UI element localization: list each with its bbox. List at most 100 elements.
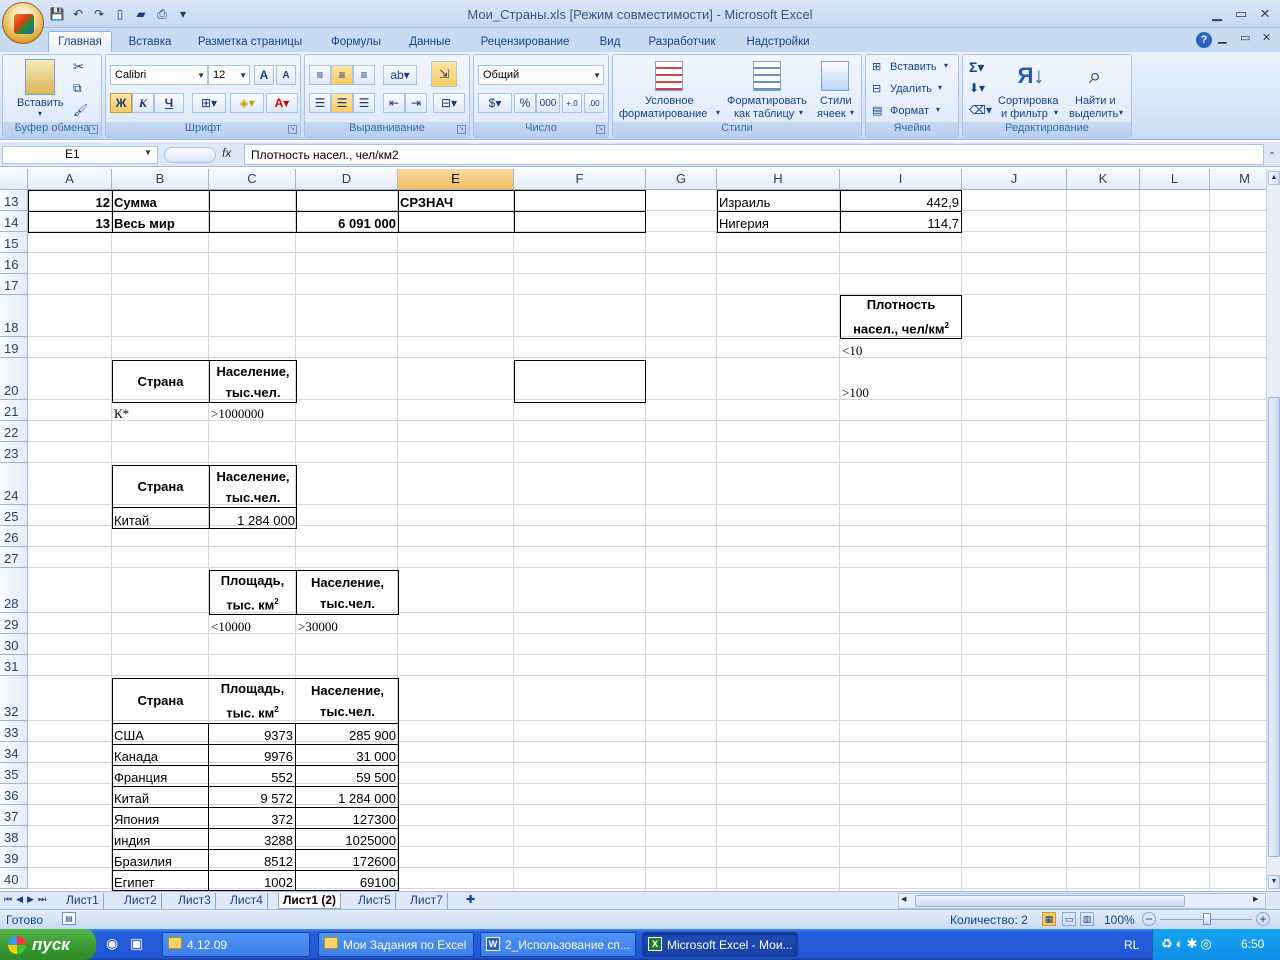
sort-filter-icon[interactable]: Я↓ (1017, 61, 1045, 91)
tab-formulas[interactable]: Формулы (322, 31, 390, 52)
expand-formula-bar-icon[interactable]: ⌄ (1266, 146, 1278, 162)
name-box[interactable]: E1 (2, 146, 158, 164)
sheet-tab-2[interactable]: Лист2 (120, 893, 162, 909)
chevron-down-icon[interactable]: ▾ (944, 61, 948, 70)
format-as-table-icon[interactable] (753, 61, 781, 91)
chevron-down-icon[interactable]: ▾ (938, 83, 942, 92)
column-header-K[interactable]: K (1067, 169, 1140, 190)
save-icon[interactable]: 💾 (48, 5, 66, 23)
row-header-22[interactable]: 22 (0, 421, 28, 442)
cell-C38[interactable]: 3288 (209, 828, 296, 849)
find-select-icon[interactable]: ⌕ (1081, 61, 1109, 91)
paste-icon[interactable] (25, 59, 55, 95)
language-indicator[interactable]: RL (1124, 938, 1139, 952)
cell-C20[interactable]: Население, тыс.чел. (209, 360, 297, 403)
tab-addins[interactable]: Надстройки (736, 31, 820, 52)
cell-D35[interactable]: 59 500 (296, 765, 399, 786)
font-name-combo[interactable]: Calibri ▼ (110, 65, 208, 85)
sort-filter-label-2[interactable]: и фильтр (1001, 108, 1048, 120)
sheet-nav-icon[interactable]: ⏮◀▶⏭ (4, 894, 50, 905)
cell-styles-label-2[interactable]: ячеек (817, 108, 846, 120)
align-top-button[interactable]: ≡ (309, 65, 331, 85)
quicklaunch-desktop-icon[interactable]: ▣ (130, 935, 143, 952)
macro-record-icon[interactable]: ▤ (62, 912, 76, 925)
increase-indent-button[interactable]: ⇥ (405, 93, 427, 113)
cell-B21[interactable]: К* (112, 402, 209, 423)
cell-C35[interactable]: 552 (209, 765, 296, 786)
paste-dropdown-icon[interactable]: ▾ (38, 109, 42, 118)
tab-data[interactable]: Данные (400, 31, 460, 52)
zoom-slider-thumb[interactable] (1203, 913, 1211, 925)
cell-I20[interactable]: >100 (840, 381, 962, 402)
cell-I13[interactable]: 442,9 (840, 190, 961, 211)
tab-home[interactable]: Главная (48, 31, 112, 52)
format-as-table-label-1[interactable]: Форматировать (727, 95, 807, 107)
row-header-33[interactable]: 33 (0, 721, 28, 742)
increase-decimal-button[interactable]: +.0 (562, 93, 582, 113)
merge-center-button[interactable]: ⊟▾ (433, 93, 465, 113)
format-cells-button[interactable]: Формат (890, 105, 929, 117)
format-cells-icon[interactable]: ▤ (872, 104, 882, 117)
sort-filter-label-1[interactable]: Сортировка (998, 95, 1058, 107)
task-my-tasks[interactable]: Мои Задания по Excel (318, 932, 474, 957)
cell-B33[interactable]: США (112, 723, 209, 744)
row-header-40[interactable]: 40 (0, 868, 28, 889)
cell-C24[interactable]: Население, тыс.чел. (209, 465, 297, 508)
cell-C25[interactable]: 1 284 000 (209, 508, 297, 529)
customize-qat-icon[interactable]: ▾ (174, 5, 192, 23)
conditional-format-label-1[interactable]: Условное (645, 95, 694, 107)
cell-D32[interactable]: Население, тыс.чел. (296, 678, 399, 723)
align-middle-button[interactable]: ≡ (331, 65, 353, 85)
cell-D36[interactable]: 1 284 000 (296, 786, 399, 807)
insert-sheet-icon[interactable]: ✚ (466, 893, 486, 909)
row-header-29[interactable]: 29 (0, 613, 28, 634)
tab-review[interactable]: Рецензирование (470, 31, 580, 52)
font-launcher-icon[interactable]: ↘ (288, 125, 297, 134)
row-header-18[interactable]: 18 (0, 295, 28, 337)
row-header-19[interactable]: 19 (0, 337, 28, 358)
horizontal-scrollbar[interactable]: ◀ ▶ (898, 893, 1266, 909)
row-header-27[interactable]: 27 (0, 547, 28, 568)
tab-insert[interactable]: Вставка (120, 31, 180, 52)
cell-B38[interactable]: индия (112, 828, 209, 849)
row-header-13[interactable]: 13 (0, 190, 28, 211)
new-document-icon[interactable]: ▯ (111, 5, 129, 23)
fill-color-button[interactable]: ◈▾ (230, 93, 264, 113)
doc-minimize-icon[interactable]: ▁ (1218, 31, 1226, 44)
sheet-tab-5[interactable]: Лист1 (2) (278, 893, 342, 909)
sheet-tab-4[interactable]: Лист4 (226, 893, 268, 909)
zoom-in-icon[interactable]: + (1256, 912, 1270, 926)
thousands-button[interactable]: 000 (536, 93, 560, 113)
cell-C29[interactable]: <10000 (209, 615, 296, 636)
find-select-label-1[interactable]: Найти и (1075, 95, 1116, 107)
delete-cells-button[interactable]: Удалить (890, 83, 932, 95)
chevron-down-icon[interactable]: ▾ (1054, 108, 1058, 117)
chevron-down-icon[interactable]: ▾ (799, 108, 803, 117)
office-button[interactable] (2, 2, 44, 44)
row-header-24[interactable]: 24 (0, 463, 28, 505)
cell-B39[interactable]: Бразилия (112, 849, 209, 870)
font-size-combo[interactable]: 12 ▼ (208, 65, 250, 85)
minimize-icon[interactable]: ▁ (1206, 5, 1228, 23)
column-header-H[interactable]: H (717, 169, 840, 190)
cell-D28[interactable]: Население, тыс.чел. (296, 570, 399, 615)
spreadsheet-grid[interactable]: ABCDEFGHIJKLM 13 14 15 16 17 18 19 20 21 22 23 24 25… (0, 169, 1266, 891)
page-break-view-icon[interactable]: ▥ (1080, 912, 1094, 926)
row-header-34[interactable]: 34 (0, 742, 28, 763)
task-word-document[interactable]: W 2_Использование сп... (480, 932, 636, 957)
row-header-38[interactable]: 38 (0, 826, 28, 847)
column-header-F[interactable]: F (514, 169, 646, 190)
help-icon[interactable]: ? (1196, 32, 1212, 48)
scroll-right-icon[interactable]: ▶ (1253, 895, 1258, 903)
cell-C28[interactable]: Площадь, тыс. км2 (209, 570, 296, 615)
orientation-button[interactable]: ab▾ (383, 65, 417, 85)
cell-I19[interactable]: <10 (840, 339, 962, 360)
column-header-L[interactable]: L (1140, 169, 1210, 190)
cell-D14[interactable]: 6 091 000 (296, 211, 398, 232)
column-header-I[interactable]: I (840, 169, 962, 190)
fill-icon[interactable]: ⬇▾ (969, 81, 985, 95)
grow-font-button[interactable]: A (254, 65, 274, 85)
chevron-down-icon[interactable]: ▾ (850, 108, 854, 117)
page-layout-view-icon[interactable]: ▭ (1062, 912, 1076, 926)
cell-H13[interactable]: Израиль (717, 190, 840, 211)
